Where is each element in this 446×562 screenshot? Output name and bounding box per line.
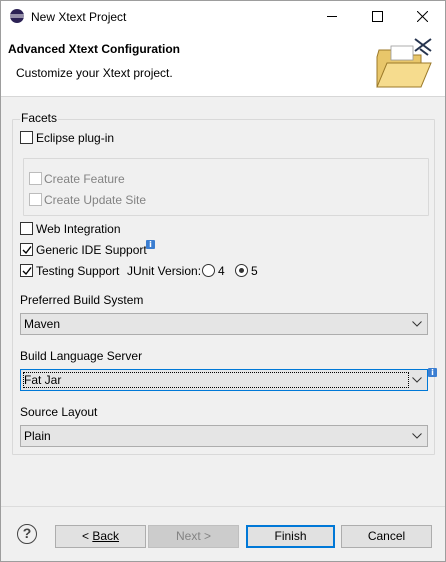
chevron-down-icon [412, 377, 422, 383]
source-layout-label: Source Layout [20, 405, 98, 419]
language-server-value: Fat Jar [24, 373, 62, 387]
maximize-button[interactable] [355, 1, 400, 32]
dialog-window: New Xtext Project Advanced Xtext Configu… [0, 0, 446, 562]
xtext-folder-icon [376, 38, 432, 88]
chevron-down-icon [412, 433, 422, 439]
create-feature-label[interactable]: Create Feature [44, 172, 125, 186]
generic-ide-label[interactable]: Generic IDE Support [36, 243, 147, 257]
create-update-site-checkbox[interactable] [29, 193, 42, 206]
testing-support-label[interactable]: Testing Support [36, 264, 119, 278]
cancel-button[interactable]: Cancel [341, 525, 432, 548]
generic-ide-checkbox[interactable] [20, 243, 33, 256]
info-icon: i [146, 240, 155, 249]
focus-rectangle [23, 372, 409, 388]
wizard-header: Advanced Xtext Configuration Customize y… [1, 32, 445, 97]
source-layout-dropdown[interactable]: Plain [20, 425, 428, 447]
eclipse-plugin-label[interactable]: Eclipse plug-in [36, 131, 114, 145]
create-feature-checkbox[interactable] [29, 172, 42, 185]
chevron-down-icon [412, 321, 422, 327]
maximize-icon [372, 11, 383, 22]
info-icon: i [428, 368, 437, 377]
testing-support-checkbox[interactable] [20, 264, 33, 277]
junit-5-label[interactable]: 5 [251, 264, 258, 278]
checkmark-icon [22, 267, 32, 276]
footer-separator [1, 506, 445, 507]
language-server-label: Build Language Server [20, 349, 143, 363]
close-window-button[interactable] [400, 1, 445, 32]
create-update-site-label[interactable]: Create Update Site [44, 193, 146, 207]
build-system-value: Maven [24, 317, 61, 331]
facets-label: Facets [20, 111, 59, 125]
back-button[interactable]: < Back [55, 525, 146, 548]
checkmark-icon [22, 246, 32, 255]
eclipse-plugin-checkbox[interactable] [20, 131, 33, 144]
minimize-button[interactable] [310, 1, 355, 32]
junit-4-label[interactable]: 4 [218, 264, 225, 278]
eclipse-icon [10, 9, 24, 23]
source-layout-value: Plain [24, 429, 51, 443]
close-icon [417, 11, 428, 22]
page-subtitle: Customize your Xtext project. [16, 66, 173, 80]
build-system-label: Preferred Build System [20, 293, 144, 307]
finish-button[interactable]: Finish [246, 525, 335, 548]
page-title: Advanced Xtext Configuration [8, 42, 181, 56]
language-server-dropdown[interactable]: Fat Jar [20, 369, 428, 391]
next-button[interactable]: Next > [148, 525, 239, 548]
web-integration-label[interactable]: Web Integration [36, 222, 121, 236]
help-button[interactable]: ? [17, 524, 37, 544]
window-title: New Xtext Project [31, 10, 127, 24]
title-bar: New Xtext Project [1, 1, 445, 32]
junit-version-label: JUnit Version: [127, 264, 202, 278]
minimize-icon [327, 16, 337, 17]
web-integration-checkbox[interactable] [20, 222, 33, 235]
plugin-options-box [23, 158, 429, 216]
junit-5-radio[interactable] [235, 264, 248, 277]
junit-4-radio[interactable] [202, 264, 215, 277]
help-icon: ? [22, 525, 32, 541]
build-system-dropdown[interactable]: Maven [20, 313, 428, 335]
